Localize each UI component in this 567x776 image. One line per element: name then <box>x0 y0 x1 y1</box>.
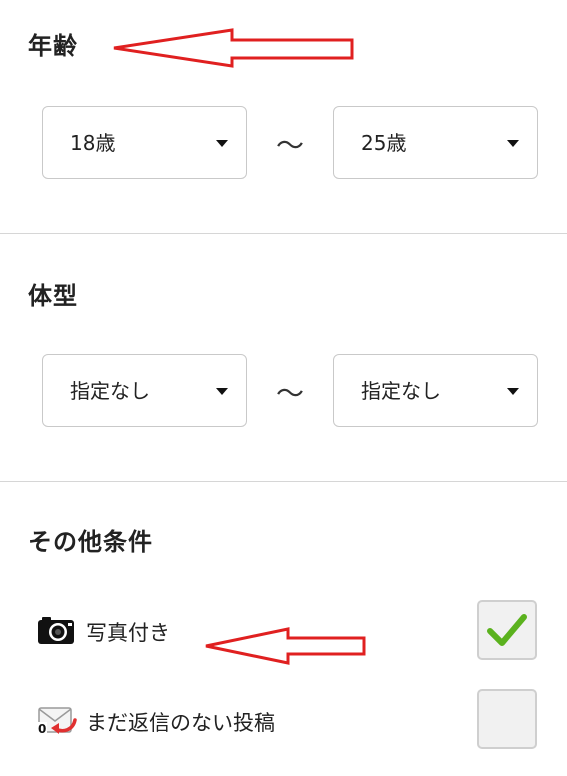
body-type-range-separator: 〜 <box>275 377 304 410</box>
camera-icon <box>38 617 74 644</box>
chevron-down-icon <box>216 388 228 395</box>
search-filter-page: 年齢 18歳 〜 25歳 体型 指定なし 〜 指定なし その他条件 写真付き 0… <box>0 0 567 776</box>
body-type-section-title: 体型 <box>28 282 78 310</box>
body-type-min-select[interactable]: 指定なし <box>42 354 247 427</box>
age-min-value: 18歳 <box>70 131 116 155</box>
age-section-title: 年齢 <box>28 32 78 60</box>
annotation-arrow-icon <box>113 28 354 68</box>
chevron-down-icon <box>216 140 228 147</box>
chevron-down-icon <box>507 388 519 395</box>
chevron-down-icon <box>507 140 519 147</box>
option-label: まだ返信のない投稿 <box>86 711 275 735</box>
body-type-max-select[interactable]: 指定なし <box>333 354 538 427</box>
body-type-min-value: 指定なし <box>70 379 150 403</box>
no-replies-checkbox[interactable] <box>477 689 537 749</box>
checkmark-icon <box>487 614 527 646</box>
option-row-no-replies[interactable]: 0 まだ返信のない投稿 <box>0 686 567 756</box>
age-max-select[interactable]: 25歳 <box>333 106 538 179</box>
section-divider <box>0 233 567 234</box>
annotation-arrow-icon <box>205 627 366 665</box>
other-conditions-section-title: その他条件 <box>28 528 153 556</box>
photo-checkbox[interactable] <box>477 600 537 660</box>
age-max-value: 25歳 <box>361 131 407 155</box>
unread-count-badge: 0 <box>37 722 48 736</box>
age-min-select[interactable]: 18歳 <box>42 106 247 179</box>
body-type-max-value: 指定なし <box>361 379 441 403</box>
age-range-separator: 〜 <box>275 129 304 162</box>
option-label: 写真付き <box>86 621 170 645</box>
section-divider <box>0 481 567 482</box>
